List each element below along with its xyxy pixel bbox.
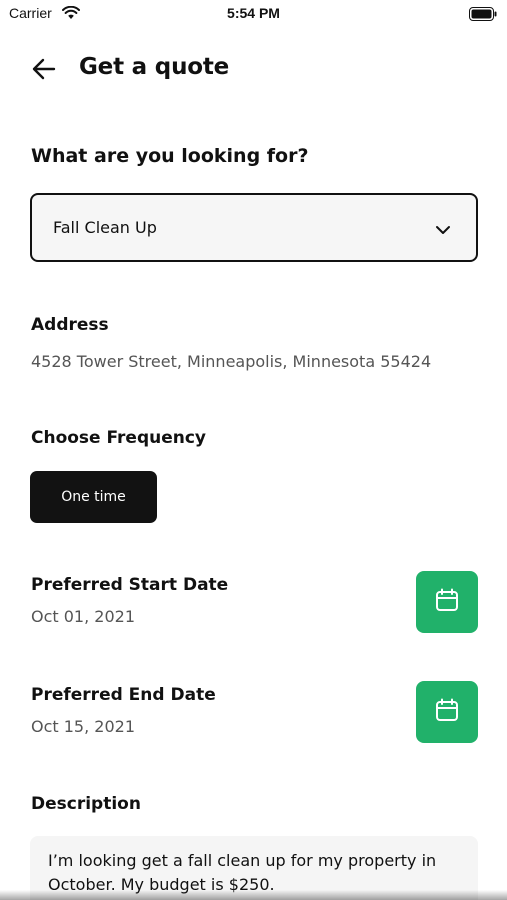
page-header: Get a quote [0,50,507,90]
status-time: 5:54 PM [227,5,280,21]
end-date-calendar-button[interactable] [416,681,478,743]
description-label: Description [31,794,141,814]
frequency-one-time-button[interactable]: One time [30,471,157,523]
start-date-label: Preferred Start Date [31,575,229,595]
service-label: What are you looking for? [31,145,309,167]
calendar-icon [434,697,460,727]
bottom-sheet-shadow [0,890,507,900]
end-date-label: Preferred End Date [31,685,216,705]
status-bar: Carrier 5:54 PM [0,0,507,28]
page-title: Get a quote [79,54,230,80]
chevron-down-icon [435,221,451,234]
address-label: Address [31,315,109,335]
end-date-value: Oct 15, 2021 [31,717,135,736]
service-selected-value: Fall Clean Up [53,218,157,237]
address-value: 4528 Tower Street, Minneapolis, Minnesot… [31,352,432,371]
start-date-calendar-button[interactable] [416,571,478,633]
frequency-label: Choose Frequency [31,428,207,448]
start-date-value: Oct 01, 2021 [31,607,135,626]
battery-icon [469,6,497,21]
service-select[interactable]: Fall Clean Up [30,193,478,262]
arrow-left-icon[interactable] [30,56,58,82]
calendar-icon [434,587,460,617]
